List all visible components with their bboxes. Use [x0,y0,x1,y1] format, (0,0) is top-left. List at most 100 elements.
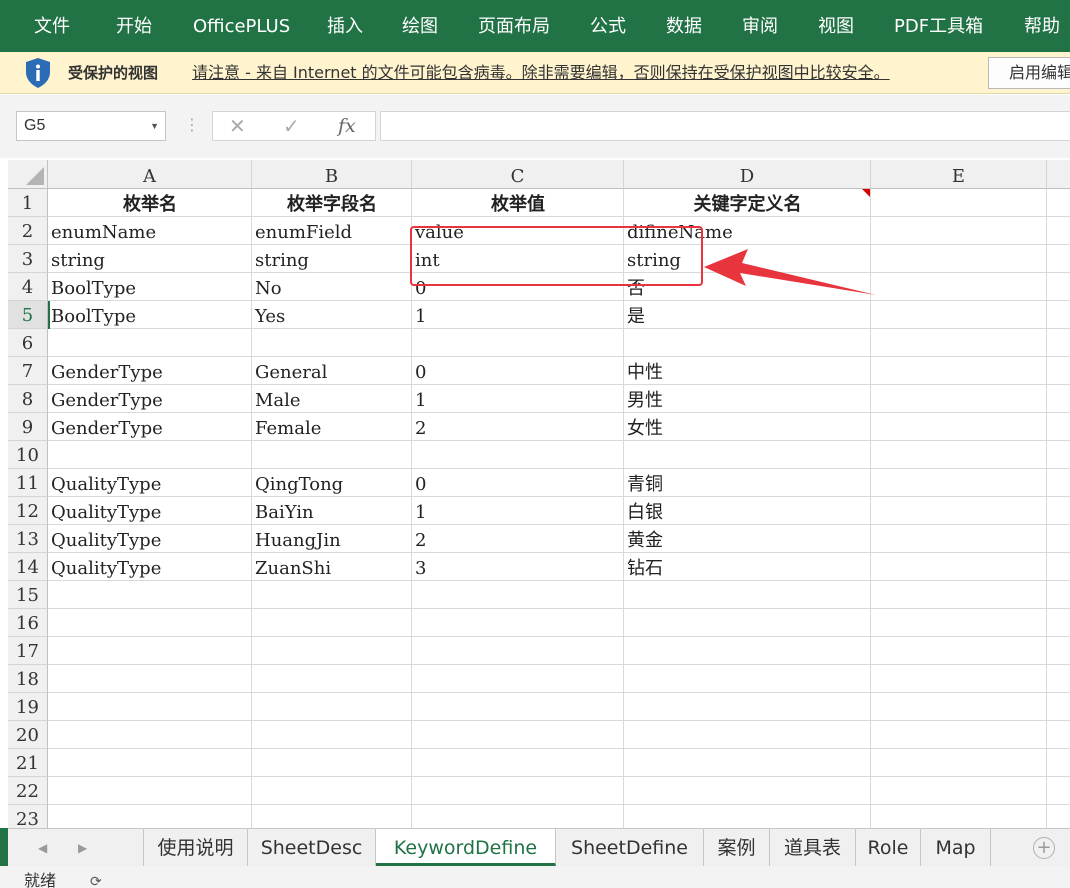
sheet-tab-4[interactable]: 案例 [704,829,770,866]
cell-b6[interactable] [252,329,412,357]
name-box[interactable]: G5 ▼ [16,111,166,141]
cell-a13[interactable]: QualityType [48,525,252,553]
add-sheet-icon[interactable]: + [1033,837,1055,859]
cell-c13[interactable]: 2 [412,525,624,553]
cancel-icon[interactable]: ✕ [229,112,246,140]
drag-handle-icon[interactable]: ⋮ [184,115,200,135]
cell-b10[interactable] [252,441,412,469]
cell-a2[interactable]: enumName [48,217,252,245]
cell-a7[interactable]: GenderType [48,357,252,385]
select-all-corner[interactable] [8,160,48,189]
tab-officeplus[interactable]: OfficePLUS [193,0,290,52]
row-header-7[interactable]: 7 [8,357,48,385]
row-header-14[interactable]: 14 [8,553,48,581]
cell-d13[interactable]: 黄金 [624,525,871,553]
tab-file[interactable]: 文件 [34,0,70,52]
row-header-22[interactable]: 22 [8,777,48,805]
sheet-tab-2[interactable]: KeywordDefine [376,829,556,866]
row-header-16[interactable]: 16 [8,609,48,637]
cell-b7[interactable]: General [252,357,412,385]
tab-home[interactable]: 开始 [116,0,152,52]
row-header-15[interactable]: 15 [8,581,48,609]
row-header-11[interactable]: 11 [8,469,48,497]
tab-data[interactable]: 数据 [666,0,702,52]
cell-c1[interactable]: 枚举值 [412,189,624,217]
sheet-tab-3[interactable]: SheetDefine [556,829,704,866]
cell-b8[interactable]: Male [252,385,412,413]
tab-formulas[interactable]: 公式 [590,0,626,52]
cell-b2[interactable]: enumField [252,217,412,245]
formula-input[interactable] [380,111,1070,141]
cell-d12[interactable]: 白银 [624,497,871,525]
sheet-tab-5[interactable]: 道具表 [770,829,856,866]
next-sheet-icon[interactable]: ▶ [78,829,87,867]
row-header-19[interactable]: 19 [8,693,48,721]
row-header-13[interactable]: 13 [8,525,48,553]
row-header-6[interactable]: 6 [8,329,48,357]
cell-d9[interactable]: 女性 [624,413,871,441]
cell-b13[interactable]: HuangJin [252,525,412,553]
tab-page-layout[interactable]: 页面布局 [478,0,550,52]
cell-a6[interactable] [48,329,252,357]
chevron-down-icon[interactable]: ▼ [150,112,159,140]
row-header-4[interactable]: 4 [8,273,48,301]
cell-c9[interactable]: 2 [412,413,624,441]
cell-a8[interactable]: GenderType [48,385,252,413]
cell-b4[interactable]: No [252,273,412,301]
cell-a11[interactable]: QualityType [48,469,252,497]
cell-d5[interactable]: 是 [624,301,871,329]
row-header-5[interactable]: 5 [8,301,48,329]
row-header-23[interactable]: 23 [8,805,48,828]
sheet-tab-0[interactable]: 使用说明 [143,829,248,866]
cell-a9[interactable]: GenderType [48,413,252,441]
cell-a3[interactable]: string [48,245,252,273]
cell-b1[interactable]: 枚举字段名 [252,189,412,217]
accessibility-icon[interactable]: ⟳ [90,872,102,888]
cell-a4[interactable]: BoolType [48,273,252,301]
cell-d11[interactable]: 青铜 [624,469,871,497]
insert-function-icon[interactable]: fx [338,112,356,140]
cell-c14[interactable]: 3 [412,553,624,581]
row-header-3[interactable]: 3 [8,245,48,273]
cell-b11[interactable]: QingTong [252,469,412,497]
cell-c8[interactable]: 1 [412,385,624,413]
row-header-1[interactable]: 1 [8,189,48,217]
cell-c5[interactable]: 1 [412,301,624,329]
cell-c11[interactable]: 0 [412,469,624,497]
cell-a12[interactable]: QualityType [48,497,252,525]
row-header-9[interactable]: 9 [8,413,48,441]
cell-b12[interactable]: BaiYin [252,497,412,525]
protected-view-message[interactable]: 请注意 - 来自 Internet 的文件可能包含病毒。除非需要编辑，否则保持在… [192,52,890,93]
sheet-tab-1[interactable]: SheetDesc [248,829,376,866]
row-header-10[interactable]: 10 [8,441,48,469]
column-header-b[interactable]: B [252,160,412,189]
cell-a14[interactable]: QualityType [48,553,252,581]
row-header-20[interactable]: 20 [8,721,48,749]
row-header-18[interactable]: 18 [8,665,48,693]
cell-d10[interactable] [624,441,871,469]
row-header-2[interactable]: 2 [8,217,48,245]
row-header-12[interactable]: 12 [8,497,48,525]
sheet-tab-6[interactable]: Role [856,829,921,866]
tab-draw[interactable]: 绘图 [402,0,438,52]
sheet-tab-7[interactable]: Map [921,829,991,866]
cell-d1[interactable]: 关键字定义名 [624,189,871,217]
cell-d7[interactable]: 中性 [624,357,871,385]
cell-d6[interactable] [624,329,871,357]
tab-view[interactable]: 视图 [818,0,854,52]
tab-insert[interactable]: 插入 [327,0,363,52]
tab-help[interactable]: 帮助 [1024,0,1060,52]
column-header-a[interactable]: A [48,160,252,189]
cell-c7[interactable]: 0 [412,357,624,385]
column-header-next[interactable] [1047,160,1070,189]
cell-d14[interactable]: 钻石 [624,553,871,581]
cell-b3[interactable]: string [252,245,412,273]
row-header-8[interactable]: 8 [8,385,48,413]
tab-pdf-toolbox[interactable]: PDF工具箱 [894,0,983,52]
cell-b9[interactable]: Female [252,413,412,441]
prev-sheet-icon[interactable]: ◀ [38,829,47,867]
cell-a5[interactable]: BoolType [48,301,252,329]
cell-b14[interactable]: ZuanShi [252,553,412,581]
cell-d8[interactable]: 男性 [624,385,871,413]
column-header-d[interactable]: D [624,160,871,189]
